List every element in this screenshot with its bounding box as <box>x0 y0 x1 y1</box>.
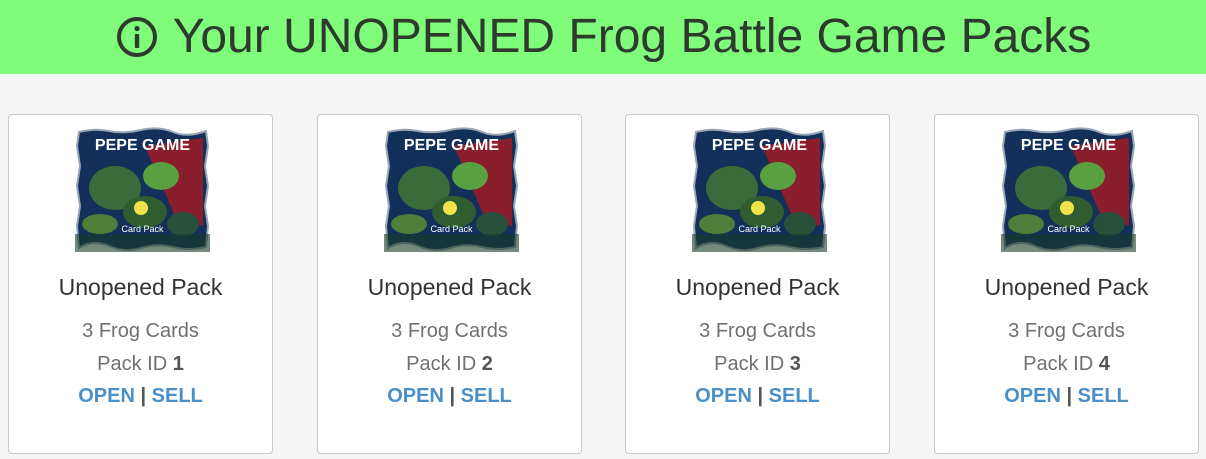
pack-image-title: PEPE GAME <box>1021 137 1116 154</box>
pack-id-value: 1 <box>172 353 184 375</box>
sell-pack-link[interactable]: SELL <box>152 385 203 407</box>
pack-id: Pack ID 2 <box>318 353 581 376</box>
action-separator: | <box>1066 385 1073 407</box>
pack-name: Unopened Pack <box>58 274 223 300</box>
pack-card: PEPE GAME Card Pack Unopened Pack 3 Frog… <box>934 114 1199 454</box>
pack-card-count: 3 Frog Cards <box>699 320 816 342</box>
pack-image: PEPE GAME Card Pack <box>384 127 519 252</box>
action-separator: | <box>140 385 147 407</box>
sell-pack-link[interactable]: SELL <box>1078 385 1129 407</box>
page-title: Your UNOPENED Frog Battle Game Packs <box>172 10 1092 63</box>
open-pack-link[interactable]: OPEN <box>695 385 752 407</box>
pack-image: PEPE GAME Card Pack <box>692 127 827 252</box>
action-separator: | <box>757 385 764 407</box>
pack-image-caption: Card Pack <box>121 224 164 234</box>
sell-pack-link[interactable]: SELL <box>769 385 820 407</box>
pack-name: Unopened Pack <box>675 274 840 300</box>
pack-image-title: PEPE GAME <box>712 137 807 154</box>
pack-id-value: 4 <box>1098 353 1110 375</box>
pack-id: Pack ID 4 <box>935 353 1198 376</box>
pack-name: Unopened Pack <box>984 274 1149 300</box>
pack-id-value: 3 <box>789 353 801 375</box>
pack-actions: OPEN | SELL <box>626 385 889 408</box>
pack-id: Pack ID 3 <box>626 353 889 376</box>
pack-card: PEPE GAME Card Pack Unopened Pack 3 Frog… <box>317 114 582 454</box>
pack-image-caption: Card Pack <box>1047 224 1090 234</box>
pack-id-label: Pack ID <box>1023 353 1094 375</box>
pack-id-label: Pack ID <box>714 353 785 375</box>
info-icon <box>115 15 159 59</box>
open-pack-link[interactable]: OPEN <box>1004 385 1061 407</box>
pack-card: PEPE GAME Card Pack Unopened Pack 3 Frog… <box>8 114 273 454</box>
pack-actions: OPEN | SELL <box>9 385 272 408</box>
pack-card-count: 3 Frog Cards <box>391 320 508 342</box>
pack-image-title: PEPE GAME <box>95 137 190 154</box>
pack-id: Pack ID 1 <box>9 353 272 376</box>
pack-image: PEPE GAME Card Pack <box>75 127 210 252</box>
pack-image-title: PEPE GAME <box>404 137 499 154</box>
pack-id-label: Pack ID <box>406 353 477 375</box>
pack-id-value: 2 <box>481 353 493 375</box>
pack-image: PEPE GAME Card Pack <box>1001 127 1136 252</box>
open-pack-link[interactable]: OPEN <box>78 385 135 407</box>
pack-actions: OPEN | SELL <box>318 385 581 408</box>
pack-image-caption: Card Pack <box>430 224 473 234</box>
pack-id-label: Pack ID <box>97 353 168 375</box>
pack-card-count: 3 Frog Cards <box>1008 320 1125 342</box>
pack-image-caption: Card Pack <box>738 224 781 234</box>
action-separator: | <box>449 385 456 407</box>
sell-pack-link[interactable]: SELL <box>461 385 512 407</box>
pack-name: Unopened Pack <box>367 274 532 300</box>
pack-card: PEPE GAME Card Pack Unopened Pack 3 Frog… <box>625 114 890 454</box>
pack-card-count: 3 Frog Cards <box>82 320 199 342</box>
page-banner: Your UNOPENED Frog Battle Game Packs <box>0 0 1206 74</box>
open-pack-link[interactable]: OPEN <box>387 385 444 407</box>
pack-actions: OPEN | SELL <box>935 385 1198 408</box>
